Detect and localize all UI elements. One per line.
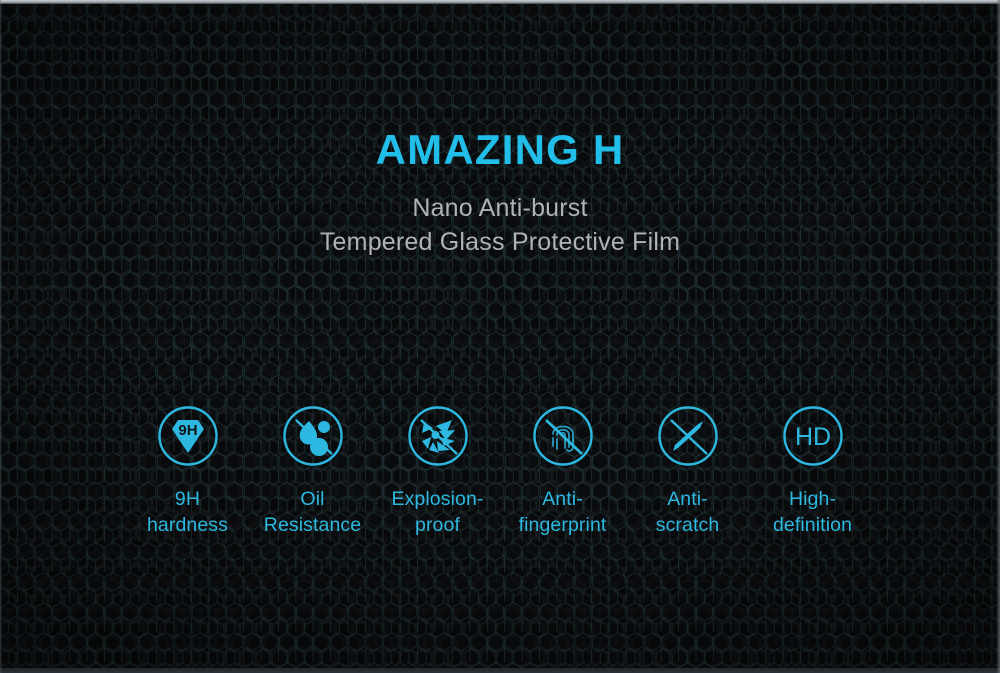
- 9h-icon-text: 9H: [178, 422, 197, 439]
- feature-item-anti-fingerprint: Anti- fingerprint: [500, 400, 625, 538]
- label-line-2: scratch: [655, 514, 720, 537]
- page-subtitle: Nano Anti-burst Tempered Glass Protectiv…: [0, 191, 1000, 259]
- label-line-1: Anti-: [542, 488, 583, 510]
- label-line-2: fingerprint: [518, 514, 607, 537]
- feature-icon-wrap: HD: [750, 400, 875, 472]
- top-edge-highlight: [0, 0, 1000, 4]
- fingerprint-no-icon: [532, 406, 593, 466]
- label-line-1: Oil: [300, 488, 325, 510]
- bottom-edge-highlight: [0, 668, 1000, 673]
- product-banner: AMAZING H Nano Anti-burst Tempered Glass…: [0, 0, 1000, 673]
- hd-circle-icon: HD: [782, 406, 843, 466]
- page-title: AMAZING H: [375, 126, 625, 173]
- right-edge-highlight: [996, 0, 1000, 673]
- subtitle-line-2: Tempered Glass Protective Film: [319, 228, 681, 257]
- feature-label-oil-resistance: Oil Resistance: [250, 486, 375, 538]
- label-line-2: Resistance: [263, 514, 362, 537]
- feature-label-anti-fingerprint: Anti- fingerprint: [500, 486, 625, 538]
- feature-item-high-definition: HD High- definition: [750, 400, 875, 538]
- label-line-1: Explosion-: [391, 488, 484, 510]
- oil-drop-no-icon: [282, 406, 343, 466]
- feature-icon-wrap: 9H: [125, 400, 250, 472]
- feature-item-explosion-proof: Explosion- proof: [375, 400, 500, 538]
- left-edge-highlight: [0, 0, 2, 673]
- feature-item-oil-resistance: Oil Resistance: [250, 400, 375, 538]
- label-line-2: definition: [772, 514, 853, 537]
- feature-icon-wrap: [500, 400, 625, 472]
- feature-label-9h-hardness: 9H hardness: [125, 486, 250, 538]
- label-line-2: proof: [415, 514, 460, 537]
- feature-item-9h-hardness: 9H 9H hardness: [125, 400, 250, 538]
- honeycomb-mesh-overlay: [0, 0, 1000, 673]
- feature-icon-wrap: [250, 400, 375, 472]
- feature-icon-wrap: [375, 400, 500, 472]
- label-line-2: hardness: [146, 514, 229, 537]
- knife-scratch-no-icon: [657, 406, 718, 466]
- feature-label-high-definition: High- definition: [750, 486, 875, 538]
- label-line-1: 9H: [174, 488, 201, 510]
- explosion-burst-no-icon: [407, 406, 468, 466]
- headline-block: AMAZING H Nano Anti-burst Tempered Glass…: [0, 126, 1000, 259]
- feature-icon-wrap: [625, 400, 750, 472]
- label-line-1: High-: [788, 488, 837, 510]
- 9h-diamond-icon: 9H: [157, 406, 218, 466]
- hd-icon-text: HD: [794, 423, 830, 451]
- subtitle-line-1: Nano Anti-burst: [412, 194, 588, 223]
- feature-label-anti-scratch: Anti- scratch: [625, 486, 750, 538]
- feature-list: 9H 9H hardness Oil Resistance Explosion-…: [125, 400, 875, 538]
- feature-item-anti-scratch: Anti- scratch: [625, 400, 750, 538]
- label-line-1: Anti-: [667, 488, 708, 510]
- feature-label-explosion-proof: Explosion- proof: [375, 486, 500, 538]
